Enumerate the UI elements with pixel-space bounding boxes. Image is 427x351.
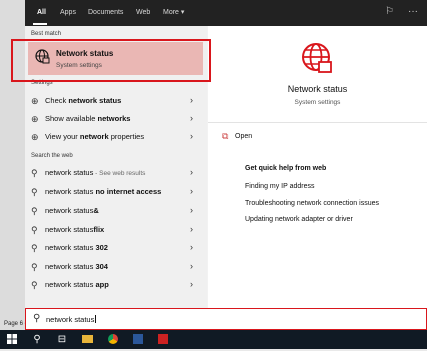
search-box[interactable]: ⚲ network status (25, 308, 427, 330)
web-suggestion-item[interactable]: ⚲ network status 304 › (25, 258, 207, 276)
settings-item-view-network-properties[interactable]: ⊕ View your network properties › (25, 128, 207, 146)
divider (208, 122, 427, 123)
chevron-right-icon[interactable]: › (190, 261, 193, 271)
search-icon: ⚲ (31, 280, 38, 290)
tab-more[interactable]: More ▾ (163, 0, 184, 26)
web-suggestion-item[interactable]: ⚲ network status app › (25, 276, 207, 294)
quick-help-link[interactable]: Updating network adapter or driver (245, 216, 353, 223)
windows-start-icon[interactable] (1, 330, 23, 349)
task-view-icon[interactable]: ⊟ (51, 330, 73, 349)
feedback-icon[interactable]: ⚐ (385, 6, 394, 18)
web-suggestion-label: network status app (45, 280, 109, 289)
app-icon[interactable] (152, 330, 174, 349)
search-icon: ⚲ (31, 206, 38, 216)
chevron-right-icon[interactable]: › (190, 95, 193, 105)
settings-item-label: Check network status (45, 96, 122, 105)
preview-title: Network status (287, 84, 348, 94)
open-button[interactable]: Open (235, 133, 252, 140)
open-icon: ⧉ (222, 131, 229, 141)
chevron-right-icon[interactable]: › (190, 205, 193, 215)
search-icon: ⚲ (31, 225, 38, 235)
search-icon: ⚲ (31, 187, 38, 197)
chevron-right-icon[interactable]: › (190, 113, 193, 123)
quick-help-heading: Get quick help from web (245, 165, 327, 172)
network-globe-icon (302, 43, 332, 73)
web-suggestion-label: network status 302 (45, 243, 108, 252)
chevron-right-icon[interactable]: › (190, 186, 193, 196)
web-suggestion-label: network status - See web results (45, 168, 146, 177)
chrome-icon[interactable] (102, 330, 124, 349)
chevron-right-icon[interactable]: › (190, 131, 193, 141)
search-the-web-heading: Search the web (31, 153, 73, 159)
search-icon: ⚲ (31, 168, 38, 178)
search-icon[interactable]: ⚲ (26, 330, 48, 349)
web-suggestion-label: network status& (45, 206, 99, 215)
search-input[interactable]: network status (46, 315, 97, 324)
web-suggestion-item[interactable]: ⚲ network status& › (25, 202, 207, 220)
web-suggestion-label: network status 304 (45, 262, 108, 271)
settings-item-show-available-networks[interactable]: ⊕ Show available networks › (25, 110, 207, 128)
preview-pane: Network status System settings ⧉ Open Ge… (208, 26, 427, 308)
search-icon: ⚲ (33, 313, 41, 324)
quick-help-link[interactable]: Troubleshooting network connection issue… (245, 200, 379, 207)
settings-item-check-network-status[interactable]: ⊕ Check network status › (25, 92, 207, 110)
chevron-right-icon[interactable]: › (190, 242, 193, 252)
network-globe-icon: ⊕ (31, 132, 39, 142)
best-match-heading: Best match (31, 31, 62, 37)
more-options-icon[interactable]: ··· (408, 6, 418, 18)
web-suggestion-label: network statusflix (45, 225, 105, 234)
settings-item-label: Show available networks (45, 114, 131, 123)
best-match-highlight-frame (11, 39, 211, 82)
tab-all-underline (33, 23, 47, 25)
tab-web[interactable]: Web (136, 0, 150, 26)
quick-help-link[interactable]: Finding my IP address (245, 183, 315, 190)
web-suggestion-item[interactable]: ⚲ network statusflix › (25, 221, 207, 239)
web-suggestion-item[interactable]: ⚲ network status no internet access › (25, 183, 207, 201)
web-suggestion-item[interactable]: ⚲ network status 302 › (25, 239, 207, 257)
file-explorer-icon[interactable] (76, 330, 98, 349)
search-icon: ⚲ (31, 243, 38, 253)
search-filter-bar: All Apps Documents Web More ▾ ⚐ ··· (25, 0, 427, 26)
taskbar: ⚲ ⊟ (0, 330, 427, 349)
tab-apps[interactable]: Apps (60, 0, 76, 26)
chevron-right-icon[interactable]: › (190, 167, 193, 177)
search-icon: ⚲ (31, 262, 38, 272)
network-globe-icon: ⊕ (31, 96, 39, 106)
chevron-right-icon[interactable]: › (190, 224, 193, 234)
web-suggestion-item[interactable]: ⚲ network status - See web results › (25, 164, 207, 182)
tab-documents[interactable]: Documents (88, 0, 123, 26)
preview-subtitle: System settings (294, 99, 341, 106)
web-suggestion-label: network status no internet access (45, 187, 162, 196)
word-icon[interactable] (127, 330, 149, 349)
network-globe-icon: ⊕ (31, 114, 39, 124)
settings-item-label: View your network properties (45, 132, 145, 141)
chevron-right-icon[interactable]: › (190, 279, 193, 289)
